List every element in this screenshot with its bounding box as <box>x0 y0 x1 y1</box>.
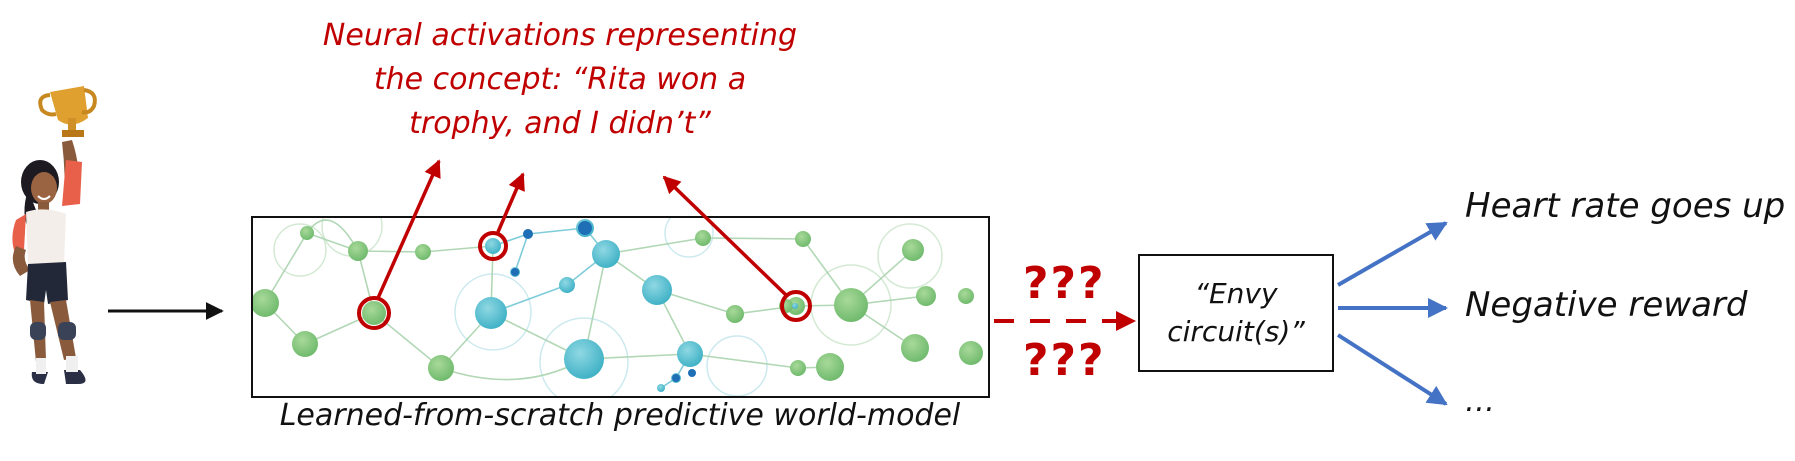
envy-circuits-box: “Envy circuit(s)” <box>1138 254 1334 372</box>
diagram-canvas <box>12 86 1448 406</box>
output-arrows <box>1336 221 1448 406</box>
unknown-link-bottom: ??? <box>1023 335 1106 386</box>
output-heart-rate: Heart rate goes up <box>1465 186 1786 226</box>
output-ellipsis: … <box>1465 384 1495 419</box>
concept-label-line: trophy, and I didn’t” <box>409 106 711 141</box>
envy-box-line: “Envy <box>1194 277 1278 310</box>
world-model-caption: Learned-from-scratch predictive world-mo… <box>279 398 961 433</box>
output-negative-reward: Negative reward <box>1465 285 1748 325</box>
concept-label-line: Neural activations representing <box>322 18 798 53</box>
concept-label-line: the concept: “Rita won a <box>373 62 747 97</box>
world-model-network <box>251 216 990 398</box>
unknown-link-top: ??? <box>1023 258 1106 309</box>
concept-label: Neural activations representing the conc… <box>300 14 820 146</box>
envy-box-line: circuit(s)” <box>1167 315 1305 348</box>
woman-holding-trophy-illustration <box>12 86 97 384</box>
